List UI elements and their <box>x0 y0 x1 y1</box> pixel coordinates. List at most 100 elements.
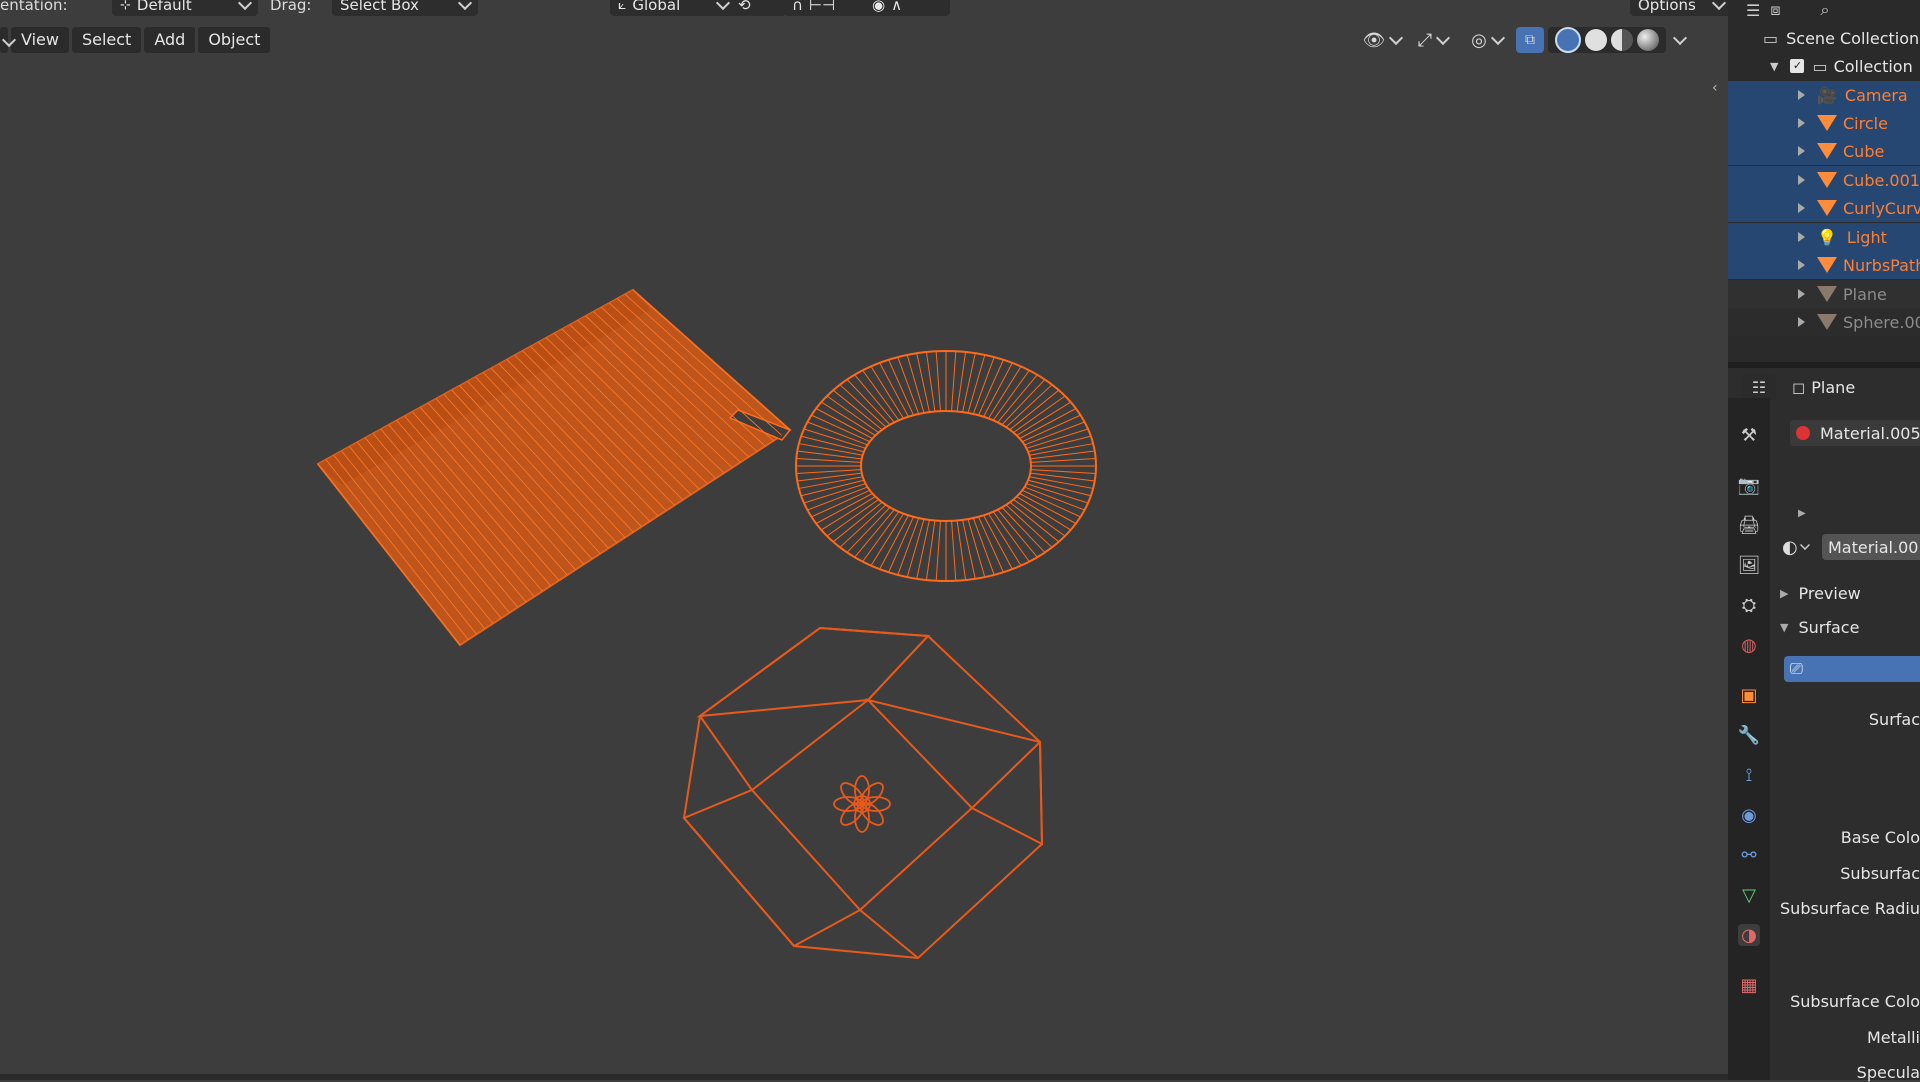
ring-edge <box>811 489 870 518</box>
tool-tab-icon[interactable]: ⚒ <box>1738 424 1760 446</box>
outliner-item-curlycurve[interactable]: CurlyCurv <box>1728 194 1920 222</box>
object-tab-icon[interactable]: ▣ <box>1738 684 1760 706</box>
mesh-icon <box>1817 314 1837 330</box>
material-name-field[interactable]: Material.00 <box>1822 534 1920 560</box>
ring-edge <box>826 395 879 433</box>
editor-type-button[interactable]: ☷ <box>1742 374 1776 400</box>
search-icon[interactable]: ⌕ <box>1821 0 1830 20</box>
expand-arrow-icon[interactable] <box>1798 317 1805 327</box>
outliner-item-label: Light <box>1846 227 1887 247</box>
outliner-item-plane[interactable]: Plane <box>1728 280 1920 308</box>
curved-plane-wireframe[interactable] <box>316 288 792 647</box>
expand-arrow-icon[interactable] <box>1798 175 1805 185</box>
ring-edge <box>826 499 879 537</box>
outliner-item-cube-001[interactable]: Cube.001 <box>1728 166 1920 194</box>
ring-edge <box>815 493 873 524</box>
material-browse-button[interactable]: ◐ <box>1782 534 1820 560</box>
metallic-label: Metalli <box>1866 1028 1920 1047</box>
material-sphere-icon <box>1796 426 1810 440</box>
scene-collection-row[interactable]: ▭ Scene Collection <box>1728 24 1920 52</box>
outliner-item-label: Camera <box>1844 85 1908 105</box>
ring-edge <box>935 351 941 412</box>
ring-edge <box>1019 493 1077 524</box>
outliner-item-cube[interactable]: Cube <box>1728 137 1920 165</box>
view-layer-tab-icon[interactable]: 🖼 <box>1738 554 1761 576</box>
ring-edge <box>1030 469 1096 475</box>
ring-edge <box>796 469 862 475</box>
ring-edge <box>815 408 873 439</box>
ring-edge <box>1013 499 1066 537</box>
ring-edge <box>935 520 941 581</box>
expand-arrow-icon[interactable] <box>1798 289 1805 299</box>
collection-label: Collection <box>1833 56 1913 76</box>
node-tree-icon: ⎚ <box>1790 659 1803 678</box>
expand-arrow-icon[interactable] <box>1798 232 1805 242</box>
outliner-item-light[interactable]: 💡 Light <box>1728 223 1920 251</box>
texture-tab-icon[interactable]: ▦ <box>1738 974 1760 996</box>
outliner: ☰ ⧈ ⌕ ▭ Scene Collection ▼ ✓ ▭ Collectio… <box>1728 0 1920 362</box>
use-nodes-button[interactable]: ⎚ <box>1784 656 1920 682</box>
particles-tab-icon[interactable]: ⟟ <box>1738 764 1760 786</box>
properties-header: ☷ ◻ Plane <box>1742 374 1855 400</box>
physics-tab-icon[interactable]: ◉ <box>1738 804 1760 826</box>
ring-edge <box>797 450 862 460</box>
checkbox-icon[interactable]: ✓ <box>1790 59 1805 73</box>
expand-arrow-icon[interactable] <box>1798 260 1805 270</box>
ring-edge <box>1019 408 1077 439</box>
curly-curve-flower[interactable] <box>833 775 891 833</box>
area-divider <box>1728 362 1920 368</box>
scene-collection-label: Scene Collection <box>1786 28 1920 48</box>
ring-edge <box>862 511 900 562</box>
ring-edge <box>870 366 904 419</box>
collection-row[interactable]: ▼ ✓ ▭ Collection <box>1728 52 1920 80</box>
ring-edge <box>997 509 1038 558</box>
outliner-item-label: Cube <box>1843 141 1885 161</box>
expand-arrow-icon[interactable] <box>1798 90 1805 100</box>
expand-arrow-icon[interactable] <box>1798 146 1805 156</box>
subsurface-label: Subsurfac <box>1840 864 1920 883</box>
ring-edge <box>988 366 1022 419</box>
material-tab-icon[interactable]: ◑ <box>1738 924 1760 946</box>
collapsed-arrow-icon: ▶ <box>1780 587 1789 600</box>
material-slot-item[interactable]: Material.005 <box>1790 420 1920 446</box>
data-tab-icon[interactable]: ▽ <box>1738 884 1760 906</box>
mesh-icon <box>1817 257 1837 273</box>
render-tab-icon[interactable]: 📷 <box>1738 474 1760 496</box>
ring-edge <box>997 374 1038 423</box>
outliner-item-camera[interactable]: 🎥 Camera <box>1728 81 1920 109</box>
outliner-item-label: Circle <box>1843 113 1888 133</box>
slot-expand-icon[interactable]: ▶ <box>1798 508 1806 519</box>
outliner-item-circle[interactable]: Circle <box>1728 109 1920 137</box>
surface-panel-header[interactable]: ▼ Surface <box>1780 618 1859 637</box>
outliner-item-label: CurlyCurv <box>1843 198 1920 218</box>
filter-icon[interactable]: ⧈ <box>1770 0 1780 20</box>
preview-panel-header[interactable]: ▶ Preview <box>1780 584 1861 603</box>
display-mode-icon[interactable]: ☰ <box>1746 1 1760 20</box>
material-name-value: Material.00 <box>1828 537 1919 557</box>
world-tab-icon[interactable]: ◍ <box>1738 634 1760 656</box>
base-color-label: Base Colo <box>1840 828 1920 847</box>
ring-wireframe[interactable] <box>795 350 1097 582</box>
ring-edge <box>862 370 900 421</box>
constraints-tab-icon[interactable]: ⚯ <box>1738 844 1760 866</box>
ring-edge <box>796 457 862 463</box>
expand-arrow-icon[interactable] <box>1798 118 1805 128</box>
ring-edge <box>992 511 1030 562</box>
expand-arrow-icon[interactable] <box>1798 203 1805 213</box>
ring-edge <box>1005 384 1053 428</box>
output-tab-icon[interactable]: 🖨 <box>1738 514 1761 536</box>
surface-label: Surfac <box>1868 710 1920 729</box>
ring-edge <box>992 370 1030 421</box>
outliner-item-sphere[interactable]: Sphere.00 <box>1728 308 1920 336</box>
ring-edge <box>854 374 895 423</box>
modifier-tab-icon[interactable]: 🔧 <box>1738 724 1760 746</box>
mesh-icon <box>1817 200 1837 216</box>
3d-viewport[interactable]: entation: ⊹ Default Drag: Select Box ⟀ G… <box>0 0 1728 1080</box>
outliner-item-label: Cube.001 <box>1843 170 1920 190</box>
expand-arrow-icon[interactable]: ▼ <box>1770 60 1778 73</box>
scene-tab-icon[interactable]: ⛭ <box>1738 594 1760 616</box>
ring-edge <box>832 389 883 431</box>
mesh-icon <box>1817 286 1837 302</box>
collection-icon: ▭ <box>1763 28 1779 48</box>
outliner-item-nurbspath[interactable]: NurbsPath <box>1728 251 1920 279</box>
